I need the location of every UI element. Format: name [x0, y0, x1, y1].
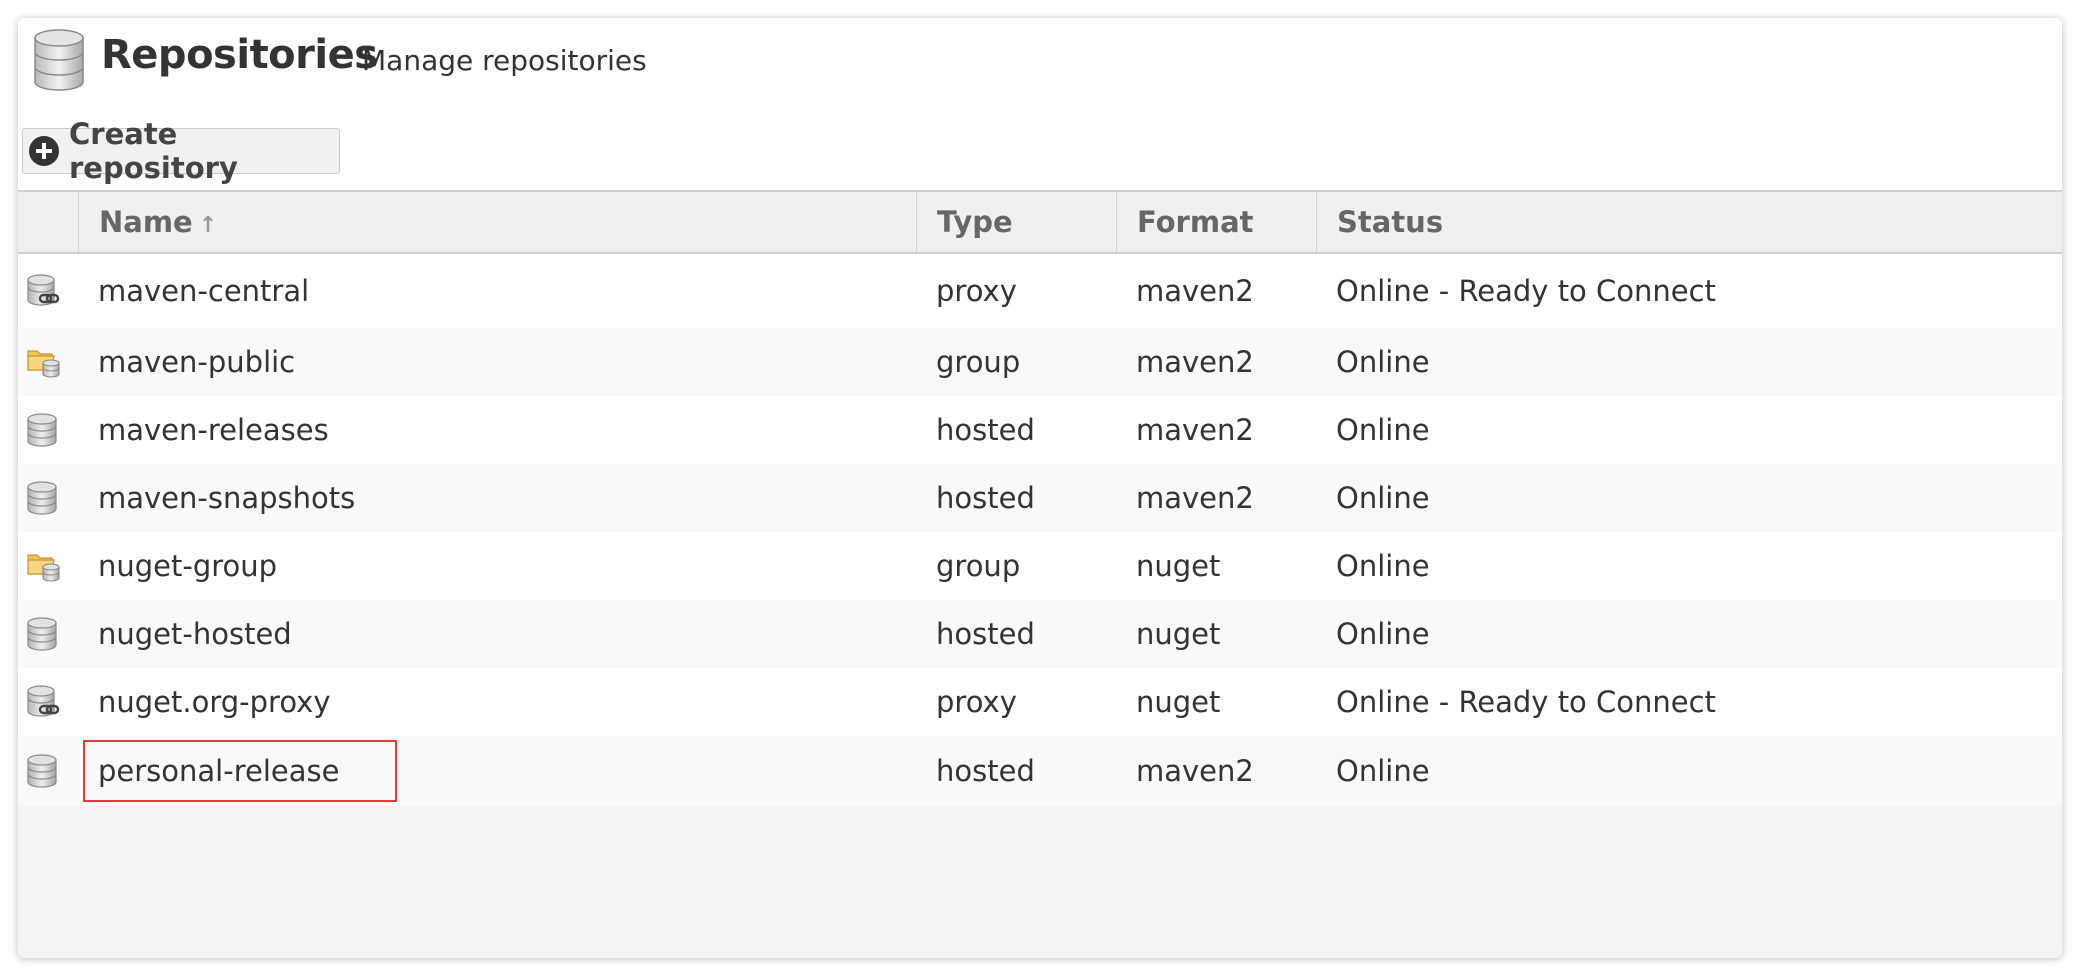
highlight-box — [83, 740, 397, 802]
repository-status-cell: Online - Ready to Connect — [1336, 685, 1716, 719]
column-header-type[interactable]: Type — [916, 192, 1116, 252]
repositories-grid: Name ↑ Type Format Status maven-central pr… — [18, 190, 2062, 806]
grid-body: maven-central proxy maven2 Online - Ready t… — [18, 254, 2062, 806]
page-title: Repositories — [101, 32, 378, 78]
column-header-format[interactable]: Format — [1116, 192, 1316, 252]
repository-status-cell: Online — [1336, 413, 1430, 447]
repository-name-cell: maven-snapshots — [98, 481, 356, 515]
table-row[interactable]: nuget-group group nuget Online — [18, 532, 2062, 600]
repository-format-cell: maven2 — [1136, 754, 1254, 788]
repository-type-cell: group — [936, 549, 1021, 583]
repository-format-cell: maven2 — [1136, 345, 1254, 379]
grid-header: Name ↑ Type Format Status — [18, 190, 2062, 254]
repository-format-cell: nuget — [1136, 617, 1221, 651]
table-row[interactable]: maven-public group maven2 Online — [18, 328, 2062, 396]
table-row[interactable]: maven-snapshots hosted maven2 Online — [18, 464, 2062, 532]
column-header-name[interactable]: Name ↑ — [78, 192, 916, 252]
repository-status-cell: Online - Ready to Connect — [1336, 274, 1716, 308]
repository-status-cell: Online — [1336, 345, 1430, 379]
hosted-repository-icon — [18, 464, 78, 532]
repository-type-cell: hosted — [936, 413, 1035, 447]
proxy-repository-icon — [18, 668, 78, 736]
repository-status-cell: Online — [1336, 617, 1430, 651]
create-repository-label: Create repository — [69, 117, 238, 185]
repository-type-cell: proxy — [936, 274, 1017, 308]
table-row[interactable]: personal-release hosted maven2 Online — [18, 736, 2062, 806]
repository-name-cell: maven-central — [98, 274, 310, 308]
repository-type-cell: hosted — [936, 754, 1035, 788]
repository-status-cell: Online — [1336, 481, 1430, 515]
repository-format-cell: nuget — [1136, 685, 1221, 719]
repository-name-cell: nuget-hosted — [98, 617, 292, 651]
create-repository-button[interactable]: Create repository — [22, 117, 340, 185]
repositories-panel: Repositories Manage repositories Create … — [18, 18, 2062, 958]
sort-ascending-icon: ↑ — [198, 213, 218, 238]
repository-format-cell: maven2 — [1136, 413, 1254, 447]
repository-name-cell: nuget-group — [98, 549, 278, 583]
repository-status-cell: Online — [1336, 754, 1430, 788]
repository-type-cell: hosted — [936, 617, 1035, 651]
proxy-repository-icon — [18, 254, 78, 328]
database-icon — [34, 29, 84, 91]
repository-type-cell: proxy — [936, 685, 1017, 719]
table-row[interactable]: maven-central proxy maven2 Online - Ready t… — [18, 254, 2062, 328]
table-row[interactable]: nuget.org-proxy proxy nuget Online - Ready … — [18, 668, 2062, 736]
column-header-status[interactable]: Status — [1316, 192, 2062, 252]
repository-format-cell: nuget — [1136, 549, 1221, 583]
page-subtitle: Manage repositories — [362, 44, 647, 77]
table-row[interactable]: nuget-hosted hosted nuget Online — [18, 600, 2062, 668]
repository-type-cell: hosted — [936, 481, 1035, 515]
group-repository-icon — [18, 328, 78, 396]
repository-format-cell: maven2 — [1136, 481, 1254, 515]
hosted-repository-icon — [18, 736, 78, 806]
repository-name-cell: nuget.org-proxy — [98, 685, 331, 719]
table-row[interactable]: maven-releases hosted maven2 Online — [18, 396, 2062, 464]
hosted-repository-icon — [18, 396, 78, 464]
column-header-name-label: Name — [99, 205, 193, 239]
repository-name-cell: maven-public — [98, 345, 296, 379]
page-header: Repositories Manage repositories Create … — [18, 18, 2062, 190]
repository-name-cell: maven-releases — [98, 413, 329, 447]
repository-status-cell: Online — [1336, 549, 1430, 583]
plus-circle-icon — [29, 136, 59, 166]
repository-type-cell: group — [936, 345, 1021, 379]
hosted-repository-icon — [18, 600, 78, 668]
group-repository-icon — [18, 532, 78, 600]
repository-format-cell: maven2 — [1136, 274, 1254, 308]
